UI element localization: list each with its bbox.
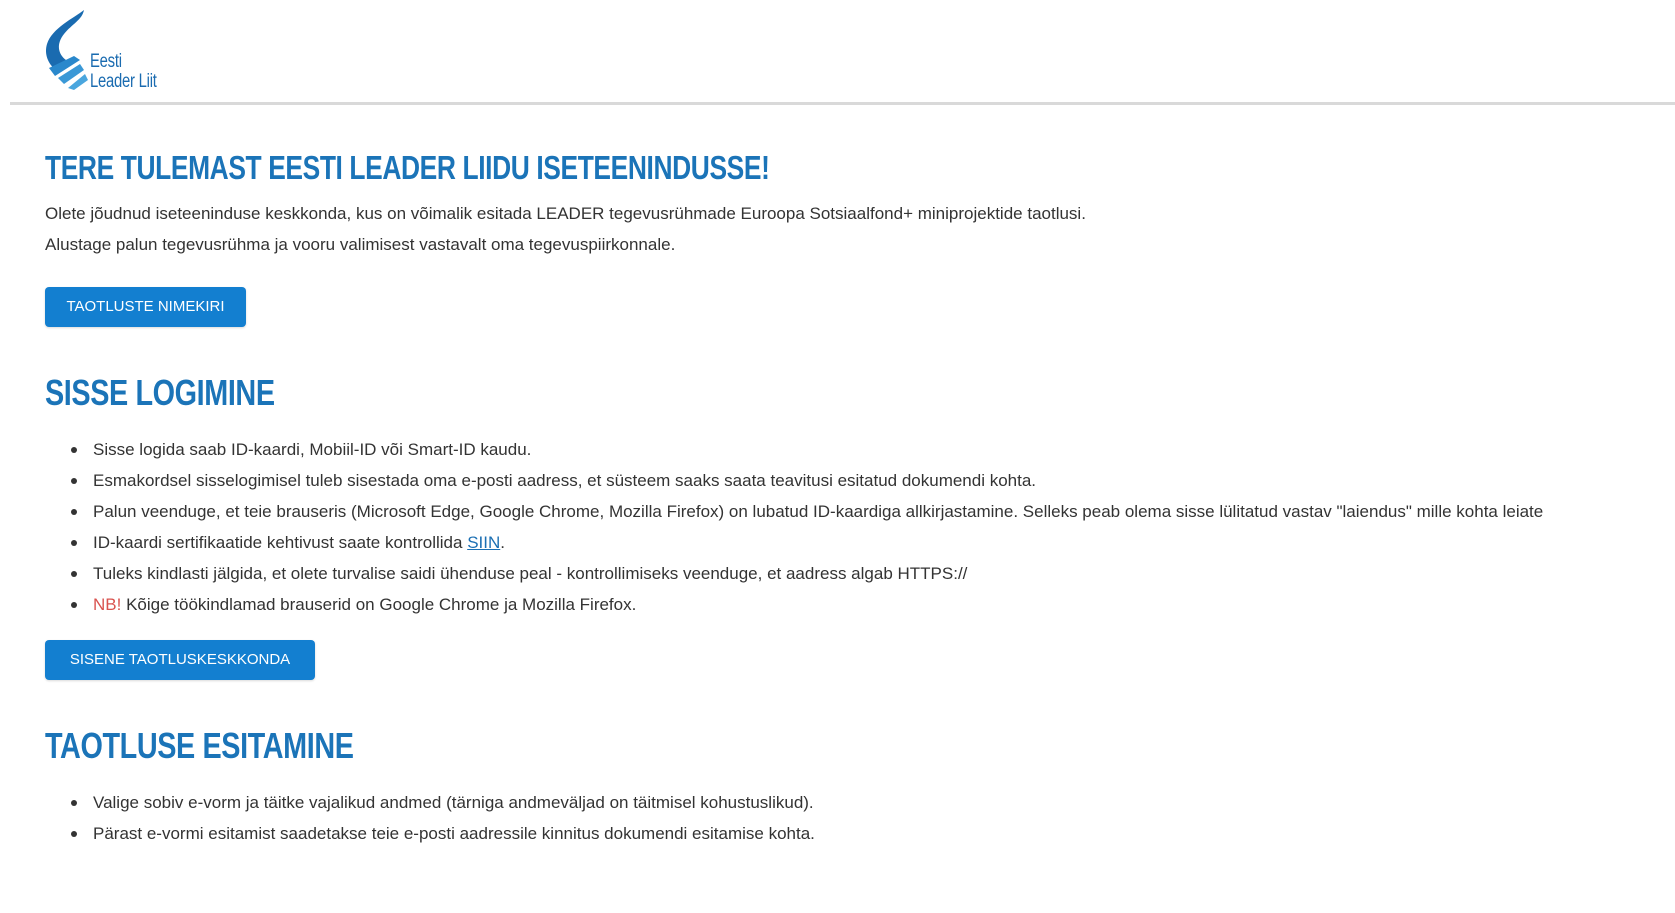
certificate-check-text: ID-kaardi sertifikaatide kehtivust saate…	[93, 533, 463, 552]
list-item: Sisse logida saab ID-kaardi, Mobiil-ID v…	[70, 434, 1543, 465]
submission-section-title: TAOTLUSE ESITAMINE	[45, 725, 354, 766]
intro-paragraph-2: Alustage palun tegevusrühma ja vooru val…	[45, 235, 676, 254]
eesti-leader-liit-logo[interactable]: Eesti Leader Liit	[44, 10, 184, 96]
enter-application-environment-button[interactable]: SISENE TAOTLUSKESKKONDA	[45, 640, 315, 680]
submission-info-list: Valige sobiv e-vorm ja täitke vajalikud …	[45, 787, 815, 849]
list-item: Tuleks kindlasti jälgida, et olete turva…	[70, 558, 1543, 589]
list-item: Pärast e-vormi esitamist saadetakse teie…	[71, 818, 815, 849]
welcome-title: TERE TULEMAST EESTI LEADER LIIDU ISETEEN…	[45, 149, 770, 186]
list-item: Valige sobiv e-vorm ja täitke vajalikud …	[71, 787, 815, 818]
site-header: Eesti Leader Liit	[10, 0, 1675, 105]
list-item: Palun veenduge, et teie brauseris (Micro…	[70, 496, 1543, 527]
page: Eesti Leader Liit TERE TULEMAST EESTI LE…	[0, 0, 1675, 913]
applications-list-button[interactable]: TAOTLUSTE NIMEKIRI	[45, 287, 246, 327]
list-item: NB! Kõige töökindlamad brauserid on Goog…	[70, 589, 1543, 620]
list-item: Esmakordsel sisselogimisel tuleb sisesta…	[70, 465, 1543, 496]
login-section-title: SISSE LOGIMINE	[45, 372, 275, 413]
intro-text: Olete jõudnud iseteeninduse keskkonda, k…	[45, 198, 1086, 260]
wing-logo-icon	[46, 10, 88, 90]
certificate-check-link[interactable]: SIIN	[467, 533, 500, 552]
browser-recommendation-text: Kõige töökindlamad brauserid on Google C…	[126, 595, 637, 614]
logo-text: Eesti Leader Liit	[90, 52, 157, 92]
logo-line-2: Leader Liit	[90, 71, 157, 92]
list-item: ID-kaardi sertifikaatide kehtivust saate…	[70, 527, 1543, 558]
intro-paragraph-1: Olete jõudnud iseteeninduse keskkonda, k…	[45, 204, 1086, 223]
logo-line-1: Eesti	[90, 51, 122, 72]
login-info-list: Sisse logida saab ID-kaardi, Mobiil-ID v…	[45, 434, 1543, 620]
link-suffix: .	[500, 533, 505, 552]
nb-label: NB!	[93, 595, 122, 614]
